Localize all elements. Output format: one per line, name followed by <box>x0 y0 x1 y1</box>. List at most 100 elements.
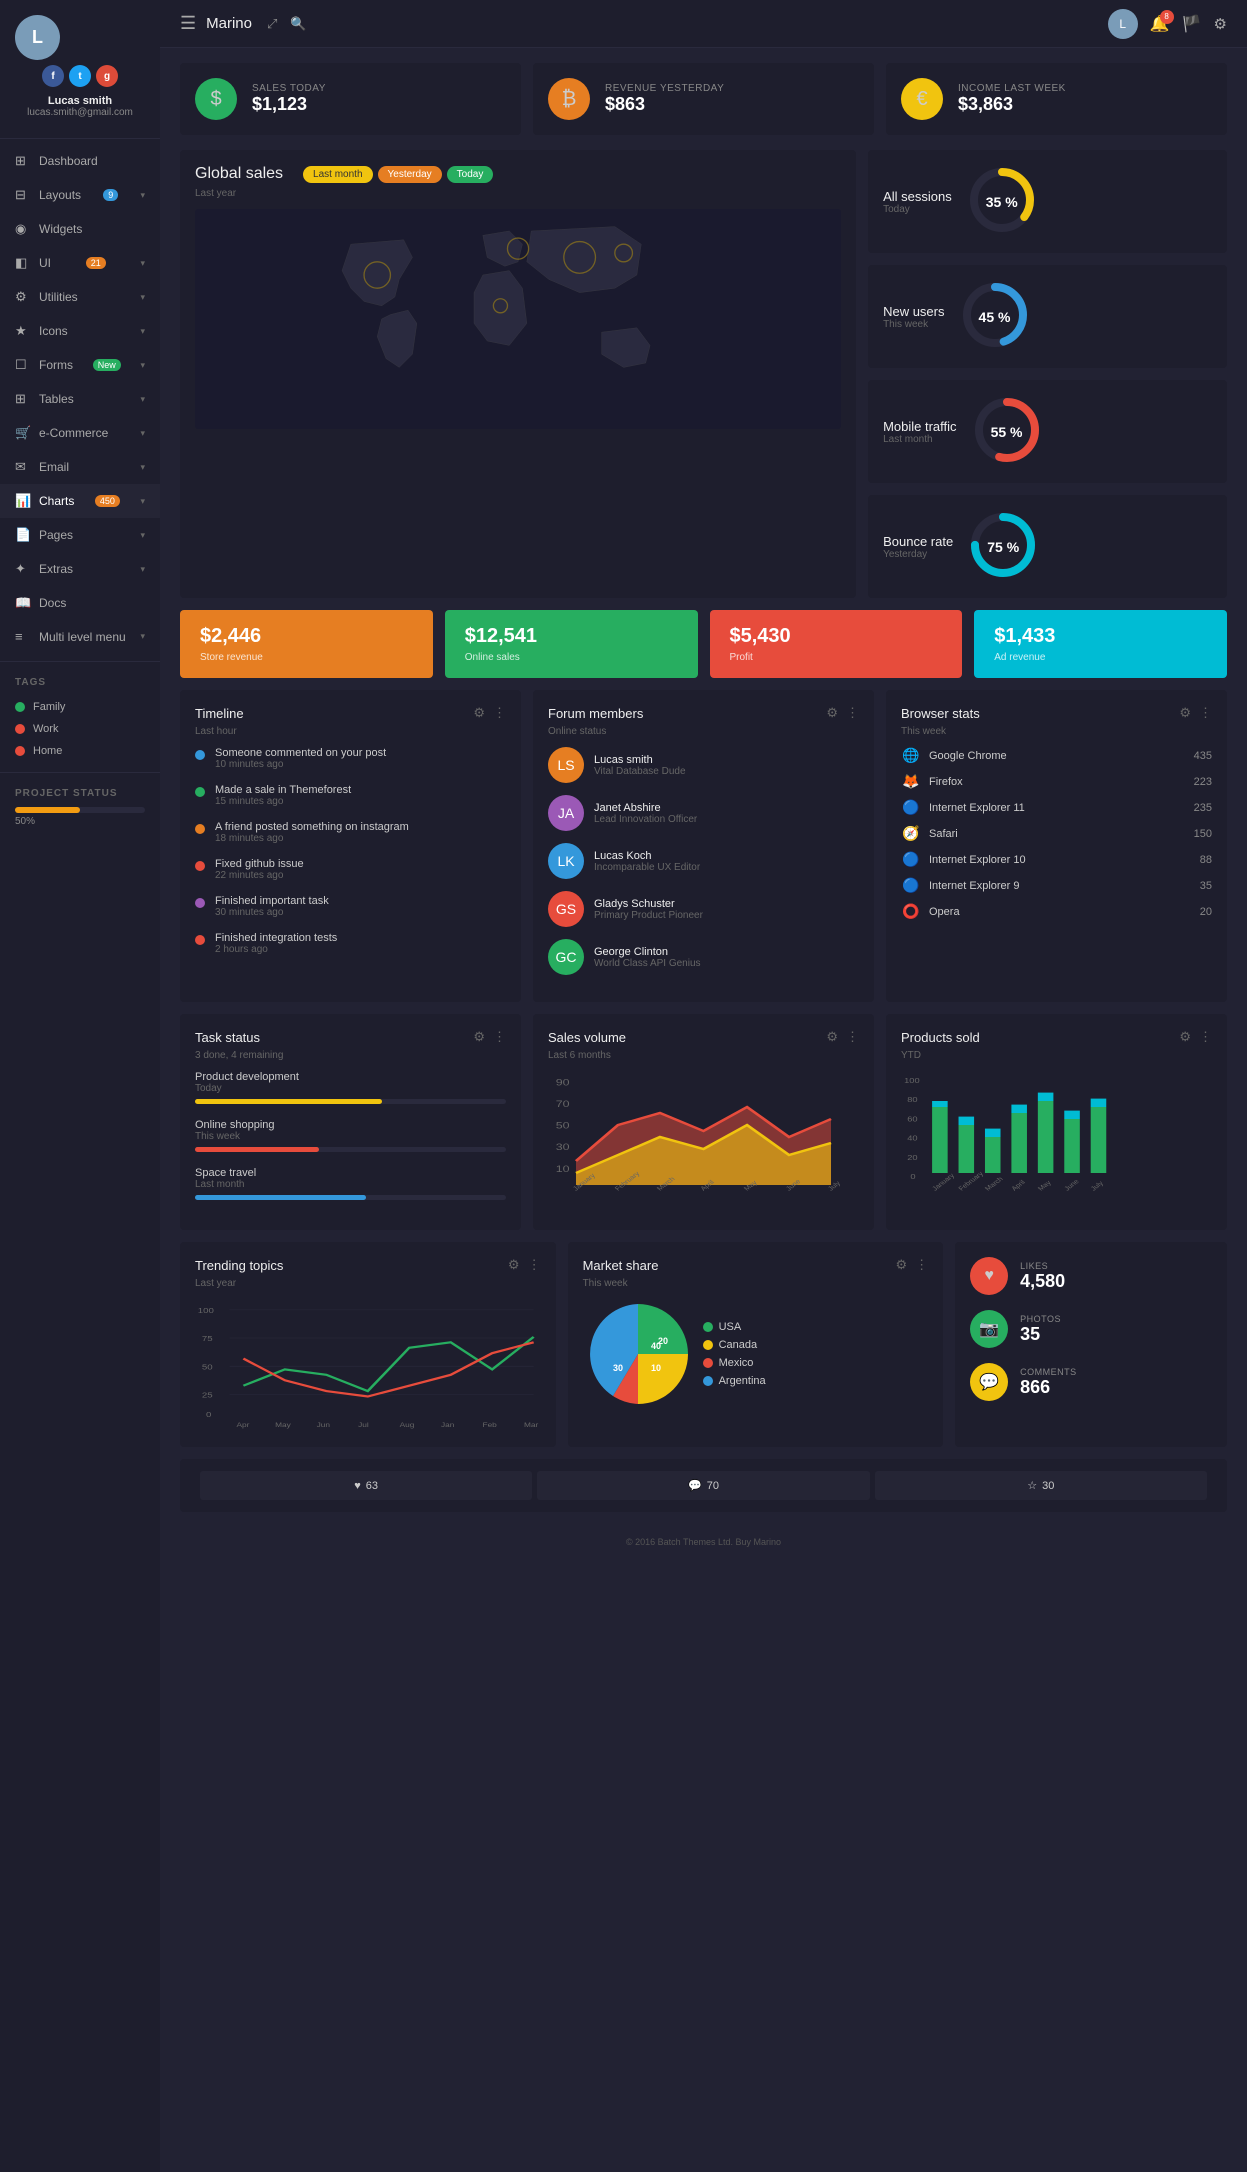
settings-icon[interactable]: ⚙ <box>1214 15 1227 33</box>
sidebar-item-utilities[interactable]: ⚙ Utilities ▾ <box>0 280 160 314</box>
rev-card-ad: $1,433 Ad revenue <box>974 610 1227 678</box>
sidebar-item-pages[interactable]: 📄 Pages ▾ <box>0 518 160 552</box>
donut-all-sessions: All sessions Today 35 % <box>868 150 1227 253</box>
settings-icon[interactable]: ⚙ <box>508 1257 520 1273</box>
tag-work[interactable]: Work <box>15 718 145 740</box>
comment-action-button[interactable]: 💬 70 <box>537 1471 869 1500</box>
settings-icon[interactable]: ⚙ <box>1179 1029 1191 1045</box>
ie10-icon: 🔵 <box>901 851 921 868</box>
tag-family[interactable]: Family <box>15 696 145 718</box>
search-icon[interactable]: 🔍 <box>290 16 306 32</box>
more-icon[interactable]: ⋮ <box>1199 1029 1212 1045</box>
settings-icon[interactable]: ⚙ <box>826 1029 838 1045</box>
expand-icon[interactable]: ⤢ <box>267 16 277 32</box>
sidebar-item-ecommerce[interactable]: 🛒 e-Commerce ▾ <box>0 416 160 450</box>
comments-label: COMMENTS <box>1020 1367 1077 1377</box>
legend-dot <box>703 1358 713 1368</box>
browser-count: 235 <box>1194 802 1212 814</box>
more-icon[interactable]: ⋮ <box>493 1029 506 1045</box>
twitter-button[interactable]: t <box>69 65 91 87</box>
more-icon[interactable]: ⋮ <box>493 705 506 721</box>
sidebar-item-layouts[interactable]: ⊟ Layouts 9 ▾ <box>0 178 160 212</box>
settings-icon[interactable]: ⚙ <box>895 1257 907 1273</box>
star-count: 30 <box>1042 1480 1054 1492</box>
donut-info: All sessions Today <box>883 189 952 215</box>
stat-value: $3,863 <box>958 94 1066 115</box>
facebook-button[interactable]: f <box>42 65 64 87</box>
dashboard-icon: ⊞ <box>15 153 31 169</box>
sidebar-item-email[interactable]: ✉ Email ▾ <box>0 450 160 484</box>
charts-badge: 450 <box>95 495 120 507</box>
browser-row: 🔵 Internet Explorer 9 35 <box>901 877 1212 894</box>
sidebar-item-forms[interactable]: ☐ Forms New ▾ <box>0 348 160 382</box>
comments-icon: 💬 <box>970 1363 1008 1401</box>
sidebar-item-widgets[interactable]: ◉ Widgets <box>0 212 160 246</box>
member-avatar: LS <box>548 747 584 783</box>
sidebar-item-label: Email <box>39 460 69 474</box>
progress-bar-fill <box>195 1195 366 1200</box>
browser-actions: ⚙ ⋮ <box>1179 705 1212 721</box>
more-icon[interactable]: ⋮ <box>915 1257 928 1273</box>
svg-text:Mar: Mar <box>524 1421 539 1429</box>
like-action-button[interactable]: ♥ 63 <box>200 1471 532 1500</box>
settings-icon[interactable]: ⚙ <box>473 1029 485 1045</box>
sidebar-item-dashboard[interactable]: ⊞ Dashboard <box>0 144 160 178</box>
flag-icon[interactable]: 🏴 <box>1182 14 1202 34</box>
stat-label: REVENUE YESTERDAY <box>605 83 724 94</box>
sidebar-item-multilevel[interactable]: ≡ Multi level menu ▾ <box>0 620 160 653</box>
sv-subtitle: Last 6 months <box>548 1050 859 1061</box>
settings-icon[interactable]: ⚙ <box>473 705 485 721</box>
pie-chart: 20 10 30 40 <box>583 1299 693 1409</box>
tab-last-month[interactable]: Last month <box>303 166 372 183</box>
more-icon[interactable]: ⋮ <box>1199 705 1212 721</box>
rev-label: Online sales <box>465 652 678 663</box>
trending-actions: ⚙ ⋮ <box>508 1257 541 1273</box>
timeline-text: Finished integration tests <box>215 932 337 944</box>
trending-header: Trending topics ⚙ ⋮ <box>195 1257 541 1273</box>
settings-icon[interactable]: ⚙ <box>826 705 838 721</box>
sidebar-item-charts[interactable]: 📊 Charts 450 ▾ <box>0 484 160 518</box>
photos-icon: 📷 <box>970 1310 1008 1348</box>
donut-chart: 75 % <box>968 510 1038 583</box>
stat-label: SALES TODAY <box>252 83 326 94</box>
settings-icon[interactable]: ⚙ <box>1179 705 1191 721</box>
timeline-time: 30 minutes ago <box>215 907 329 918</box>
hamburger-icon[interactable]: ☰ <box>180 13 196 34</box>
timeline-time: 22 minutes ago <box>215 870 304 881</box>
member-info: Lucas Koch Incomparable UX Editor <box>594 850 700 873</box>
notification-bell[interactable]: 🔔 8 <box>1150 14 1170 34</box>
tag-home[interactable]: Home <box>15 740 145 762</box>
svg-text:70: 70 <box>556 1099 570 1109</box>
timeline-title: Timeline <box>195 706 473 721</box>
sidebar-item-extras[interactable]: ✦ Extras ▾ <box>0 552 160 586</box>
sidebar-item-icons[interactable]: ★ Icons ▾ <box>0 314 160 348</box>
star-action-button[interactable]: ☆ 30 <box>875 1471 1207 1500</box>
rev-card-store: $2,446 Store revenue <box>180 610 433 678</box>
sidebar-item-ui[interactable]: ◧ UI 21 ▾ <box>0 246 160 280</box>
timeline-text: A friend posted something on instagram <box>215 821 409 833</box>
more-icon[interactable]: ⋮ <box>846 1029 859 1045</box>
svg-text:Jan: Jan <box>441 1421 454 1429</box>
sidebar-item-label: Forms <box>39 358 73 372</box>
timeline-header: Timeline ⚙ ⋮ <box>195 705 506 721</box>
sidebar-item-tables[interactable]: ⊞ Tables ▾ <box>0 382 160 416</box>
tab-today[interactable]: Today <box>447 166 494 183</box>
rev-label: Store revenue <box>200 652 413 663</box>
tab-yesterday[interactable]: Yesterday <box>378 166 442 183</box>
tags-title: TAGS <box>15 677 145 688</box>
browser-count: 150 <box>1194 828 1212 840</box>
legend-label: USA <box>719 1321 742 1333</box>
member-name: Gladys Schuster <box>594 898 703 910</box>
google-button[interactable]: g <box>96 65 118 87</box>
browser-name: Google Chrome <box>929 750 1186 762</box>
more-icon[interactable]: ⋮ <box>528 1257 541 1273</box>
timeline-content: Finished important task 30 minutes ago <box>215 895 329 918</box>
svg-text:0: 0 <box>910 1172 916 1181</box>
browser-count: 435 <box>1194 750 1212 762</box>
legend-label: Canada <box>719 1339 758 1351</box>
sidebar-item-docs[interactable]: 📖 Docs <box>0 586 160 620</box>
stat-card-revenue: ₿ REVENUE YESTERDAY $863 <box>533 63 874 135</box>
more-icon[interactable]: ⋮ <box>846 705 859 721</box>
topbar-title: Marino <box>206 15 252 32</box>
sales-volume-card: Sales volume ⚙ ⋮ Last 6 months 90 70 50 … <box>533 1014 874 1230</box>
